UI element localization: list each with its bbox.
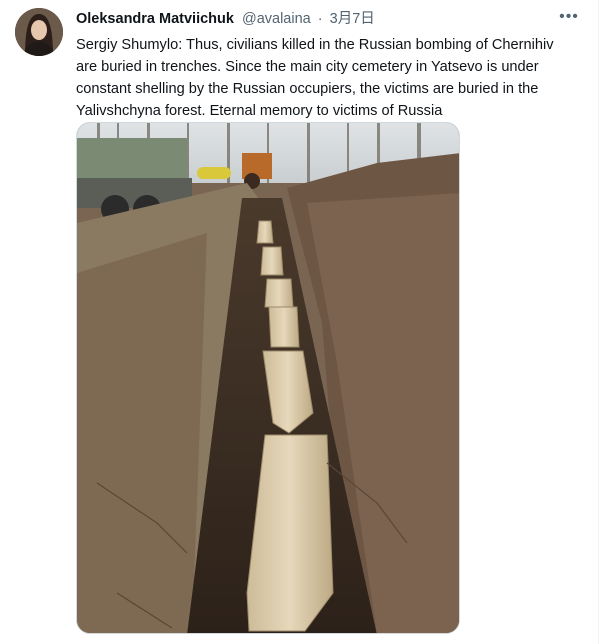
- tweet-photo[interactable]: [76, 122, 460, 634]
- tweet-date[interactable]: 3月7日: [330, 11, 375, 27]
- header-separator: ·: [317, 11, 323, 27]
- tweet-text: Sergiy Shumylo: Thus, civilians killed i…: [76, 37, 554, 119]
- author-avatar[interactable]: [15, 8, 63, 56]
- avatar-image: [15, 8, 63, 56]
- tweet-header: Oleksandra Matviichuk @avalaina · 3月7日: [76, 10, 558, 28]
- photo-trench-coffins: [77, 123, 459, 633]
- more-horizontal-icon: •••: [559, 8, 579, 25]
- more-options-button[interactable]: •••: [558, 8, 580, 28]
- author-name[interactable]: Oleksandra Matviichuk: [76, 11, 234, 27]
- author-handle[interactable]: @avalaina: [242, 11, 311, 27]
- tweet-card[interactable]: Oleksandra Matviichuk @avalaina · 3月7日 •…: [0, 0, 599, 644]
